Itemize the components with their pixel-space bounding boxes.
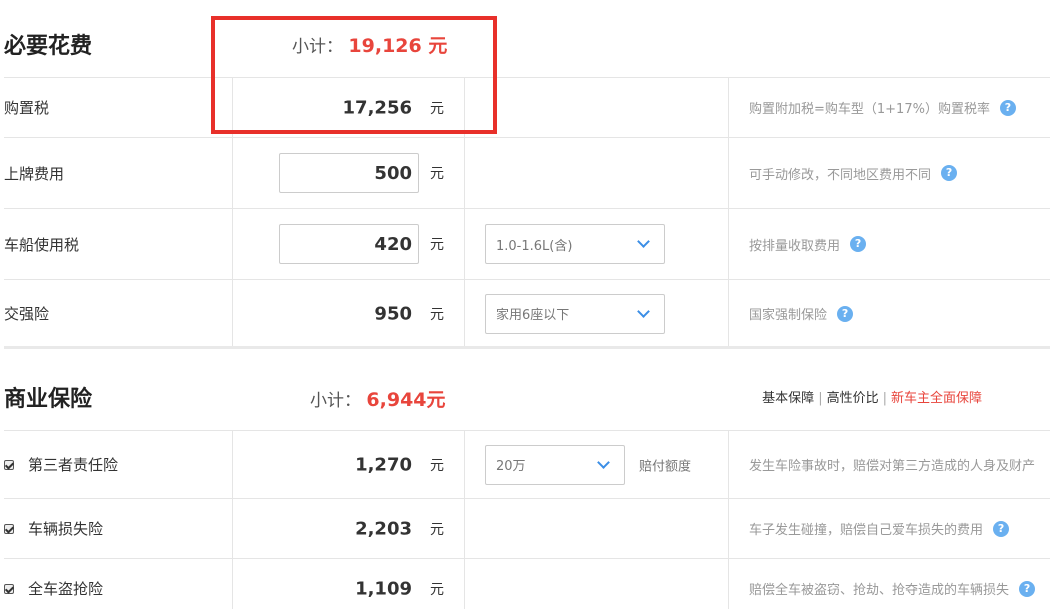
- plan-separator: |: [818, 391, 823, 406]
- table-row: 上牌费用 元 可手动修改，不同地区费用不同 ?: [4, 137, 1050, 208]
- seat-type-select[interactable]: 家用6座以下: [485, 293, 665, 334]
- help-circle-icon[interactable]: ?: [837, 305, 854, 322]
- amount-cell: 1,270 元: [233, 431, 465, 498]
- select-value: 20万: [496, 459, 526, 474]
- description-cell: 发生车险事故时，赔偿对第三方造成的人身及财产: [729, 431, 1050, 498]
- row-description: 按排量收取费用: [749, 238, 841, 254]
- plan-separator: |: [882, 391, 887, 406]
- table-row: 第三者责任险 1,270 元 20万 赔付额度 发生车险事故时，赔偿对第三方造成…: [4, 430, 1050, 498]
- option-cell: 20万 赔付额度: [465, 431, 729, 498]
- amount-cell: 1,109 元: [233, 559, 465, 609]
- description-cell: 购置附加税=购车型（1+17%）购置税率 ?: [729, 78, 1050, 137]
- option-cell: [465, 559, 729, 609]
- checkbox-checked-icon[interactable]: [4, 523, 14, 534]
- required-section-header: 必要花费 小计： 19,126 元: [0, 0, 1050, 77]
- unit-label: 元: [430, 237, 444, 253]
- annotation-highlight-box: [211, 16, 497, 134]
- required-section-title: 必要花费: [4, 34, 93, 59]
- row-description: 赔偿全车被盗窃、抢劫、抢夺造成的车辆损失: [749, 583, 1010, 598]
- row-description: 国家强制保险: [749, 308, 828, 323]
- commercial-section-header: 商业保险 小计： 6,944元 基本保障 | 高性价比 | 新车主全面保障: [0, 349, 1050, 430]
- row-label: 车船使用税: [4, 209, 233, 279]
- help-circle-icon[interactable]: ?: [1019, 580, 1036, 597]
- option-cell: 1.0-1.6L(含): [465, 209, 729, 279]
- option-cell: 家用6座以下: [465, 280, 729, 347]
- coverage-note: 赔付额度: [639, 459, 692, 474]
- option-cell: [465, 499, 729, 558]
- commercial-subtotal: 小计： 6,944元: [310, 385, 446, 412]
- amount-value: 950: [374, 303, 412, 324]
- row-label: 上牌费用: [4, 138, 233, 208]
- amount-cell: 元: [233, 138, 465, 208]
- help-circle-icon[interactable]: ?: [941, 165, 958, 181]
- row-label: 全车盗抢险: [28, 580, 104, 598]
- help-circle-icon[interactable]: ?: [993, 520, 1010, 537]
- row-label: 交强险: [4, 280, 233, 347]
- row-label: 第三者责任险: [28, 456, 119, 474]
- row-label-cell: 车辆损失险: [4, 499, 233, 558]
- commercial-section-title: 商业保险: [4, 387, 93, 412]
- description-cell: 按排量收取费用 ?: [729, 209, 1050, 279]
- chevron-down-icon: [597, 455, 610, 469]
- unit-label: 元: [430, 457, 444, 474]
- subtotal-value: 6,944元: [366, 389, 446, 411]
- checkbox-checked-icon[interactable]: [4, 459, 14, 470]
- unit-label: 元: [430, 581, 444, 598]
- row-label-cell: 全车盗抢险: [4, 559, 233, 609]
- table-row: 交强险 950 元 家用6座以下 国家强制保险 ?: [4, 279, 1050, 347]
- amount-cell: 950 元: [233, 280, 465, 347]
- table-row: 购置税 17,256 元 购置附加税=购车型（1+17%）购置税率 ?: [4, 77, 1050, 137]
- select-value: 1.0-1.6L(含): [496, 238, 573, 254]
- displacement-select[interactable]: 1.0-1.6L(含): [485, 224, 665, 264]
- amount-value: 2,203: [355, 518, 412, 539]
- table-row: 全车盗抢险 1,109 元 赔偿全车被盗窃、抢劫、抢夺造成的车辆损失 ?: [4, 558, 1050, 609]
- description-cell: 可手动修改，不同地区费用不同 ?: [729, 138, 1050, 208]
- subtotal-label: 小计：: [310, 391, 361, 411]
- row-description: 发生车险事故时，赔偿对第三方造成的人身及财产: [749, 459, 1036, 474]
- unit-label: 元: [430, 521, 444, 538]
- option-cell: [465, 78, 729, 137]
- plan-value-link[interactable]: 高性价比: [827, 391, 879, 406]
- table-row: 车辆损失险 2,203 元 车子发生碰撞，赔偿自己爱车损失的费用 ?: [4, 498, 1050, 558]
- row-description: 可手动修改，不同地区费用不同: [749, 167, 932, 183]
- vehicle-tax-input[interactable]: [279, 224, 419, 264]
- amount-cell: 2,203 元: [233, 499, 465, 558]
- row-label: 车辆损失险: [28, 520, 104, 538]
- help-circle-icon[interactable]: ?: [850, 236, 867, 252]
- table-row: 车船使用税 元 1.0-1.6L(含) 按排量收取费用 ?: [4, 208, 1050, 279]
- help-circle-icon[interactable]: ?: [999, 99, 1016, 116]
- plan-basic-link[interactable]: 基本保障: [762, 391, 814, 406]
- chevron-down-icon: [637, 235, 650, 248]
- select-value: 家用6座以下: [496, 308, 570, 323]
- row-label: 购置税: [4, 78, 233, 137]
- row-description: 购置附加税=购车型（1+17%）购置税率: [749, 102, 990, 117]
- unit-label: 元: [430, 166, 444, 182]
- amount-value: 1,109: [355, 578, 412, 599]
- plan-links: 基本保障 | 高性价比 | 新车主全面保障: [762, 387, 982, 406]
- plan-full-link[interactable]: 新车主全面保障: [891, 391, 982, 406]
- row-description: 车子发生碰撞，赔偿自己爱车损失的费用: [749, 523, 984, 538]
- amount-cell: 元: [233, 209, 465, 279]
- description-cell: 车子发生碰撞，赔偿自己爱车损失的费用 ?: [729, 499, 1050, 558]
- chevron-down-icon: [637, 304, 650, 318]
- option-cell: [465, 138, 729, 208]
- description-cell: 国家强制保险 ?: [729, 280, 1050, 347]
- registration-fee-input[interactable]: [279, 153, 419, 193]
- unit-label: 元: [430, 306, 444, 323]
- description-cell: 赔偿全车被盗窃、抢劫、抢夺造成的车辆损失 ?: [729, 559, 1050, 609]
- coverage-amount-select[interactable]: 20万: [485, 444, 625, 485]
- row-label-cell: 第三者责任险: [4, 431, 233, 498]
- checkbox-checked-icon[interactable]: [4, 583, 14, 594]
- amount-value: 1,270: [355, 454, 412, 475]
